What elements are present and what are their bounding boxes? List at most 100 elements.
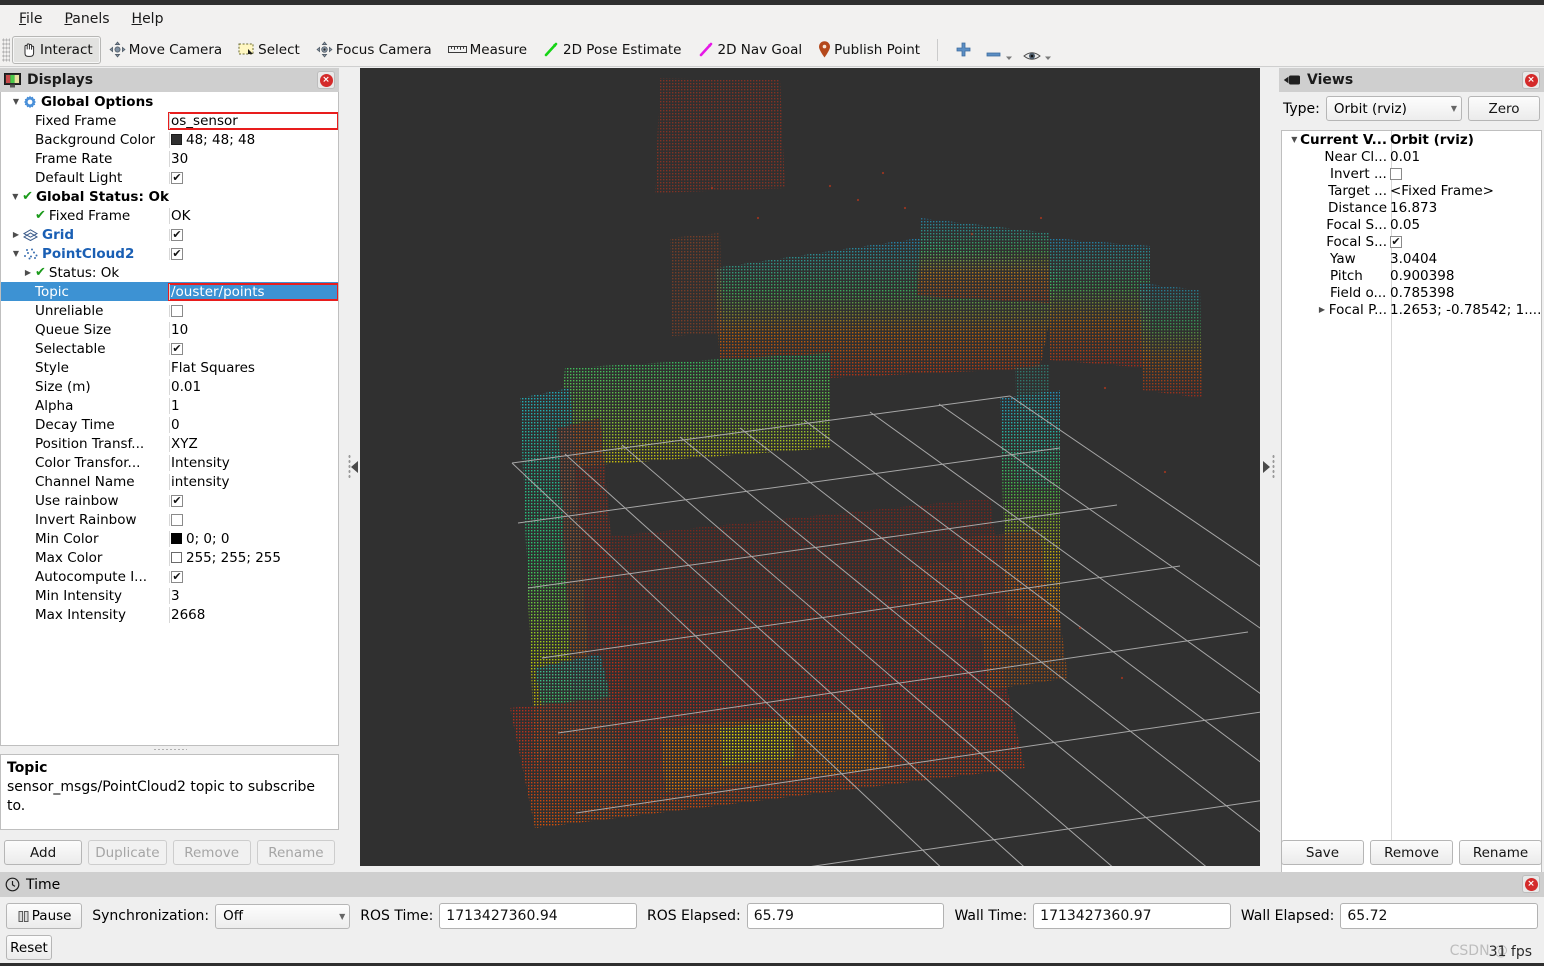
ros-elapsed-field[interactable]: 65.79 xyxy=(746,903,945,929)
display-use-rainbow-checkbox[interactable]: ✔ xyxy=(171,494,183,507)
right-splitter-handle[interactable] xyxy=(1261,68,1277,866)
display-row-alpha[interactable]: Alpha 1 xyxy=(1,396,338,415)
displays-splitter[interactable] xyxy=(0,746,339,752)
display-row-pointcloud2[interactable]: ▼ PointCloud2 ✔ xyxy=(1,244,338,263)
display-row-value-cell-frame-rate[interactable]: 30 xyxy=(169,150,338,167)
view-row-value-cell-distance-4[interactable]: 16.873 xyxy=(1387,199,1541,216)
display-background-color-color-swatch[interactable] xyxy=(171,134,182,145)
display-row-value-cell-fixed-frame[interactable]: os_sensor xyxy=(168,111,338,130)
view-invert-2-checkbox[interactable] xyxy=(1390,167,1402,180)
display-row-value-cell-default-light[interactable]: ✔ xyxy=(169,171,338,184)
display-row-value-cell-queue-size[interactable]: 10 xyxy=(169,321,338,338)
expand-arrow-down-icon[interactable]: ▼ xyxy=(9,97,23,106)
display-row-use-rainbow[interactable]: Use rainbow ✔ xyxy=(1,491,338,510)
tool-interact[interactable]: Interact xyxy=(12,35,101,64)
display-row-value-cell-decay-time[interactable]: 0 xyxy=(169,416,338,433)
display-autocompute-i-checkbox[interactable]: ✔ xyxy=(171,570,183,583)
view-row-current-v-0[interactable]: ▼ Current V... Orbit (rviz) xyxy=(1282,131,1541,148)
view-row-invert-2[interactable]: Invert ... xyxy=(1282,165,1541,182)
display-row-queue-size[interactable]: Queue Size 10 xyxy=(1,320,338,339)
display-row-autocompute-i[interactable]: Autocompute I... ✔ xyxy=(1,567,338,586)
remove-tool-button[interactable] xyxy=(980,36,1018,64)
display-min-color-color-swatch[interactable] xyxy=(171,533,182,544)
view-type-select[interactable]: Orbit (rviz) ▼ xyxy=(1325,96,1462,121)
view-row-value-cell-focal-s-6[interactable]: ✔ xyxy=(1387,233,1541,250)
menu-panels[interactable]: Panels xyxy=(53,8,120,30)
display-row-value-cell-use-rainbow[interactable]: ✔ xyxy=(169,494,338,507)
left-splitter-handle[interactable] xyxy=(345,68,359,866)
display-row-value-cell-min-color[interactable]: 0; 0; 0 xyxy=(169,530,338,547)
display-row-value-cell-position-transf[interactable]: XYZ xyxy=(169,435,338,452)
display-row-value-cell-grid[interactable]: ✔ xyxy=(169,228,338,241)
tool-2d-pose-estimate[interactable]: 2D Pose Estimate xyxy=(535,36,689,64)
view-row-target-3[interactable]: Target ... <Fixed Frame> xyxy=(1282,182,1541,199)
display-row-grid[interactable]: ▶ Grid ✔ xyxy=(1,225,338,244)
display-row-size-m[interactable]: Size (m) 0.01 xyxy=(1,377,338,396)
wall-elapsed-field[interactable]: 65.72 xyxy=(1340,903,1538,929)
view-row-value-cell-invert-2[interactable] xyxy=(1387,165,1541,182)
display-row-value-cell-unreliable[interactable] xyxy=(169,304,338,317)
display-row-fixed-frame[interactable]: ✔ Fixed Frame OK xyxy=(1,206,338,225)
display-row-value-cell-min-intensity[interactable]: 3 xyxy=(169,587,338,604)
display-row-global-options[interactable]: ▼ Global Options xyxy=(1,92,338,111)
display-grid-checkbox[interactable]: ✔ xyxy=(171,228,183,241)
display-row-max-intensity[interactable]: Max Intensity 2668 xyxy=(1,605,338,624)
display-row-value-cell-size-m[interactable]: 0.01 xyxy=(169,378,338,395)
add-button[interactable]: Add xyxy=(4,840,83,865)
display-unreliable-checkbox[interactable] xyxy=(171,304,183,317)
display-row-channel-name[interactable]: Channel Name intensity xyxy=(1,472,338,491)
display-row-value-cell-max-color[interactable]: 255; 255; 255 xyxy=(169,549,338,566)
view-row-pitch-8[interactable]: Pitch 0.900398 xyxy=(1282,267,1541,284)
display-max-color-color-swatch[interactable] xyxy=(171,552,182,563)
view-row-value-cell-focal-s-5[interactable]: 0.05 xyxy=(1387,216,1541,233)
display-selectable-checkbox[interactable]: ✔ xyxy=(171,342,183,355)
display-row-value-cell-max-intensity[interactable]: 2668 xyxy=(169,606,338,623)
expand-arrow-right-icon[interactable]: ▶ xyxy=(21,268,35,277)
display-row-min-intensity[interactable]: Min Intensity 3 xyxy=(1,586,338,605)
display-row-topic[interactable]: Topic/ouster/points xyxy=(1,282,338,301)
view-row-field-o-9[interactable]: Field o... 0.785398 xyxy=(1282,284,1541,301)
view-row-value-cell-current-v-0[interactable]: Orbit (rviz) xyxy=(1387,131,1541,148)
time-close-button[interactable]: × xyxy=(1522,875,1540,893)
display-row-position-transf[interactable]: Position Transf... XYZ xyxy=(1,434,338,453)
view-row-value-cell-near-cl-1[interactable]: 0.01 xyxy=(1387,148,1541,165)
display-row-color-transfor[interactable]: Color Transfor... Intensity xyxy=(1,453,338,472)
tool-focus-camera[interactable]: Focus Camera xyxy=(308,36,440,64)
display-row-value-cell-pointcloud2[interactable]: ✔ xyxy=(169,247,338,260)
remove-view-button[interactable]: Remove xyxy=(1370,840,1453,865)
tool-2d-nav-goal[interactable]: 2D Nav Goal xyxy=(690,36,811,64)
view-row-focal-s-6[interactable]: Focal S... ✔ xyxy=(1282,233,1541,250)
display-row-value-cell-invert-rainbow[interactable] xyxy=(169,513,338,526)
reset-button[interactable]: Reset xyxy=(6,935,52,960)
display-row-value-cell-channel-name[interactable]: intensity xyxy=(169,473,338,490)
menu-help[interactable]: Help xyxy=(121,8,175,30)
expand-arrow-down-icon[interactable]: ▼ xyxy=(9,249,23,258)
display-row-selectable[interactable]: Selectable ✔ xyxy=(1,339,338,358)
view-row-near-cl-1[interactable]: Near Cl... 0.01 xyxy=(1282,148,1541,165)
collapse-right-arrow-icon[interactable] xyxy=(1263,461,1270,473)
tool-publish-point[interactable]: Publish Point xyxy=(810,36,928,64)
views-close-button[interactable]: × xyxy=(1522,71,1540,89)
display-row-unreliable[interactable]: Unreliable xyxy=(1,301,338,320)
tool-select[interactable]: Select xyxy=(230,36,308,64)
display-row-min-color[interactable]: Min Color 0; 0; 0 xyxy=(1,529,338,548)
wall-time-field[interactable]: 1713427360.97 xyxy=(1033,903,1231,929)
display-row-value-cell-autocompute-i[interactable]: ✔ xyxy=(169,570,338,583)
display-invert-rainbow-checkbox[interactable] xyxy=(171,513,183,526)
display-row-invert-rainbow[interactable]: Invert Rainbow xyxy=(1,510,338,529)
sync-select[interactable]: Off ▼ xyxy=(215,903,351,929)
zero-button[interactable]: Zero xyxy=(1468,96,1540,121)
view-row-focal-p-10[interactable]: ▶ Focal P... 1.2653; -0.78542; 1.... xyxy=(1282,301,1541,318)
visibility-tool-button[interactable] xyxy=(1018,36,1057,64)
display-row-value-cell-selectable[interactable]: ✔ xyxy=(169,342,338,355)
display-row-max-color[interactable]: Max Color 255; 255; 255 xyxy=(1,548,338,567)
view-focal-s-6-checkbox[interactable]: ✔ xyxy=(1390,235,1402,248)
view-row-value-cell-field-o-9[interactable]: 0.785398 xyxy=(1387,284,1541,301)
display-row-value-cell-color-transfor[interactable]: Intensity xyxy=(169,454,338,471)
display-row-fixed-frame[interactable]: Fixed Frame os_sensor xyxy=(1,111,338,130)
view-row-value-cell-yaw-7[interactable]: 3.0404 xyxy=(1387,250,1541,267)
display-row-value-cell-background-color[interactable]: 48; 48; 48 xyxy=(169,131,338,148)
menu-file[interactable]: File xyxy=(8,8,53,30)
collapse-left-arrow-icon[interactable] xyxy=(351,461,358,473)
displays-close-button[interactable]: × xyxy=(317,71,335,89)
